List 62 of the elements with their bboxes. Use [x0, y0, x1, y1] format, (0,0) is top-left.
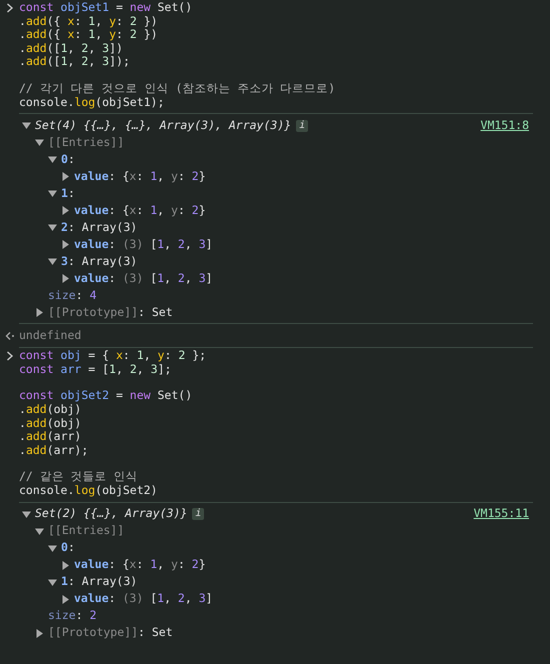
code-line: const objSet1 = new Set() [19, 1, 194, 15]
property-text: value: (3) [1, 2, 3] [74, 590, 213, 608]
collapsed-arrow-icon[interactable] [35, 308, 44, 318]
code-line: .add([1, 2, 3]); [19, 55, 131, 69]
code-line: .add(arr); [19, 444, 90, 458]
code-line: // 같은 것들로 인식 [19, 470, 139, 484]
collapsed-arrow-icon[interactable] [61, 172, 70, 182]
code-line: .add(obj) [19, 416, 82, 430]
code-line: console.log(objSet2) [19, 484, 158, 498]
return-arrow-icon [4, 331, 14, 342]
code-line: .add({ x: 1, y: 2 }) [19, 28, 159, 42]
property-text: value: (3) [1, 2, 3] [74, 236, 213, 254]
property-text: value: (3) [1, 2, 3] [74, 270, 213, 288]
property-text: 0: [61, 539, 75, 556]
property-text: 3: Array(3) [61, 253, 138, 270]
collapsed-arrow-icon[interactable] [61, 274, 70, 284]
prompt-chevron-icon [6, 351, 14, 362]
expanded-arrow-icon[interactable] [48, 223, 57, 232]
code-line: const arr = [1, 2, 3]; [19, 362, 172, 376]
log-summary[interactable]: Set(2) {{…}, Array(3)} [35, 505, 188, 523]
expanded-arrow-icon[interactable] [48, 189, 57, 198]
code-line: .add(obj) [19, 402, 82, 417]
property-text: [[Prototype]]: Set [48, 304, 173, 322]
code-line: // 각기 다른 것으로 인식 (참조하는 주소가 다르므로) [19, 82, 336, 96]
property-text: value: {x: 1, y: 2} [74, 202, 206, 220]
code-line: .add([1, 2, 3]) [19, 42, 124, 56]
source-link[interactable]: VM155:11 [474, 505, 529, 523]
info-badge[interactable]: i [192, 508, 204, 520]
expanded-arrow-icon[interactable] [35, 138, 44, 148]
property-text: 0: [61, 151, 75, 168]
prompt-chevron-icon [6, 3, 14, 13]
collapsed-arrow-icon[interactable] [61, 594, 70, 604]
result-text: undefined [19, 328, 82, 344]
property-text: value: {x: 1, y: 2} [74, 556, 206, 574]
log-summary[interactable]: Set(4) {{…}, {…}, Array(3), Array(3)} [35, 117, 292, 134]
collapsed-arrow-icon[interactable] [35, 628, 44, 638]
code-line: .add(arr) [19, 430, 82, 444]
code-line: const obj = { x: 1, y: 2 }; [19, 349, 206, 363]
collapsed-arrow-icon[interactable] [61, 206, 70, 216]
property-text: 1: [61, 185, 75, 202]
property-text: size: 2 [48, 607, 96, 624]
source-link[interactable]: VM151:8 [480, 117, 529, 134]
expanded-arrow-icon[interactable] [48, 257, 57, 266]
property-text: 1: Array(3) [61, 573, 138, 590]
property-text: size: 4 [48, 287, 96, 304]
property-text: [[Prototype]]: Set [48, 624, 173, 642]
property-text: value: {x: 1, y: 2} [74, 168, 206, 186]
expanded-arrow-icon[interactable] [48, 544, 57, 552]
collapsed-arrow-icon[interactable] [61, 560, 70, 570]
info-badge[interactable]: i [296, 120, 308, 132]
expanded-arrow-icon[interactable] [35, 526, 44, 536]
property-text: [[Entries]] [48, 134, 124, 152]
code-line: .add({ x: 1, y: 2 }) [19, 14, 159, 28]
expanded-arrow-icon[interactable] [22, 121, 31, 130]
property-text: [[Entries]] [48, 522, 124, 540]
expanded-arrow-icon[interactable] [22, 510, 31, 518]
code-line: console.log(objSet1); [19, 96, 166, 110]
expanded-arrow-icon[interactable] [48, 155, 57, 164]
property-text: 2: Array(3) [61, 219, 138, 236]
expanded-arrow-icon[interactable] [48, 578, 57, 586]
code-line: const objSet2 = new Set() [19, 389, 194, 403]
collapsed-arrow-icon[interactable] [61, 240, 70, 250]
